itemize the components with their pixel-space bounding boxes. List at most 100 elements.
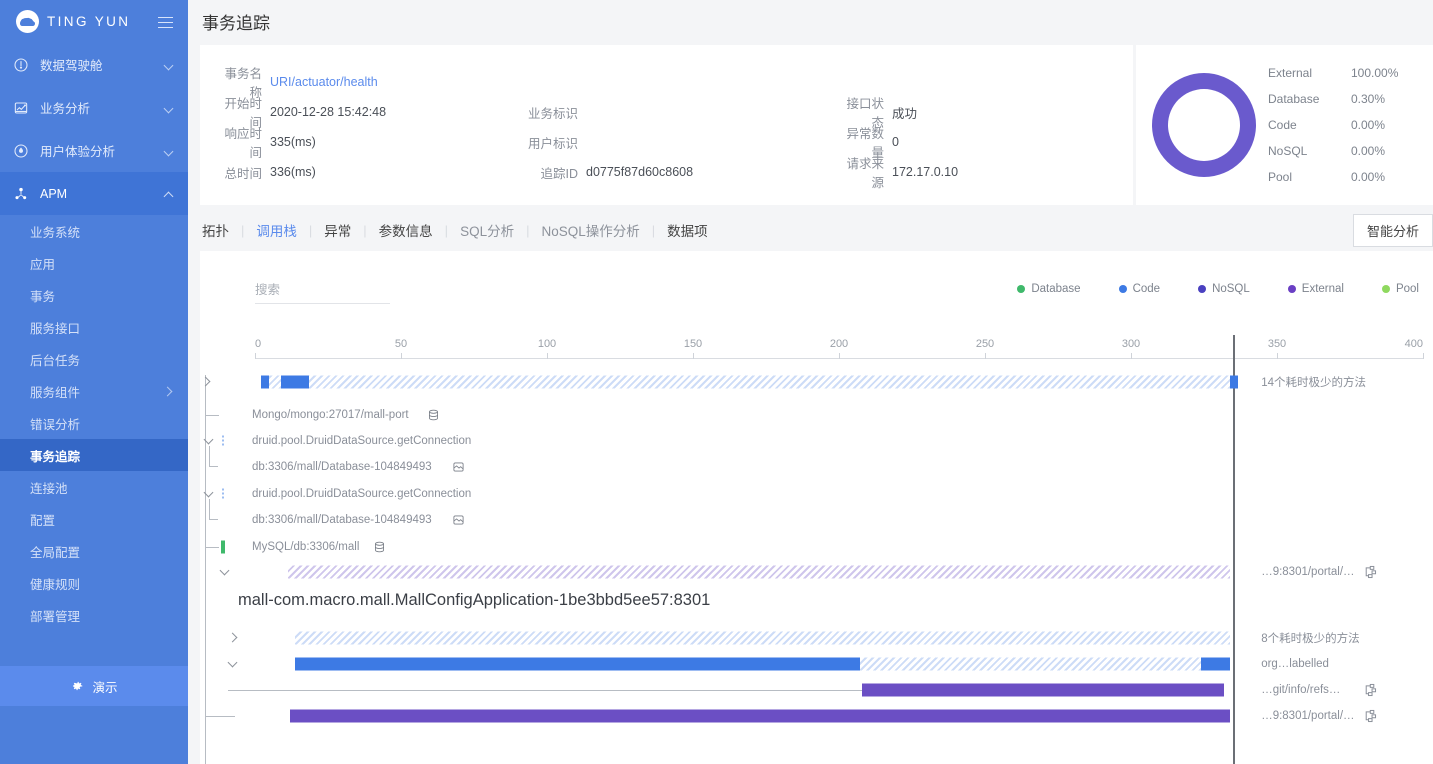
brand-name: TING YUN [47, 14, 131, 29]
trace-bar-segment[interactable] [269, 375, 281, 389]
axis-tick-label: 50 [394, 338, 408, 350]
trace-row[interactable]: org…labelled [200, 651, 1433, 677]
tree-connector [209, 446, 218, 467]
tingyun-logo-icon [16, 10, 39, 33]
sidebar-item-6[interactable]: 错误分析 [0, 407, 188, 439]
tab-5[interactable]: NoSQL操作分析 [529, 220, 651, 240]
axis-tick [1423, 353, 1424, 359]
summary-value[interactable]: URI/actuator/health [270, 75, 378, 89]
sidebar-item-7[interactable]: 事务追踪 [0, 439, 188, 471]
database-icon[interactable] [373, 541, 386, 554]
axis-tick-label: 100 [537, 338, 557, 350]
tab-4[interactable]: SQL分析 [448, 220, 526, 240]
sidebar-group-apm[interactable]: APM [0, 172, 188, 215]
trace-legend-item-3[interactable]: External [1287, 283, 1344, 295]
trace-row[interactable]: MySQL/db:3306/mall [200, 534, 1433, 560]
trace-node-label: MySQL/db:3306/mall [252, 541, 360, 553]
breakdown-legend-value: 0.00% [1351, 170, 1386, 184]
sidebar-item-5[interactable]: 服务组件 [0, 375, 188, 407]
topology-icon[interactable] [1363, 683, 1377, 697]
trace-bar-segment[interactable] [862, 683, 1225, 697]
expand-caret-down-icon[interactable] [228, 659, 238, 669]
sidebar-item-1[interactable]: 应用 [0, 247, 188, 279]
expand-caret-down-icon[interactable] [204, 436, 214, 446]
expand-caret-right-icon[interactable] [201, 377, 211, 387]
sidebar-item-11[interactable]: 健康规则 [0, 567, 188, 599]
tab-1[interactable]: 调用栈 [244, 220, 309, 240]
trace-row-right-label: …9:8301/portal/… [1261, 566, 1355, 578]
breakdown-legend-row-0: External 100.00% [1268, 60, 1415, 86]
sidebar-group-1[interactable]: 业务分析 [0, 86, 188, 129]
trace-bar-segment[interactable] [1201, 657, 1231, 671]
trace-legend-item-0[interactable]: Database [1017, 283, 1081, 295]
database-icon[interactable] [427, 409, 440, 422]
breakdown-donut-chart [1152, 73, 1256, 177]
smart-analysis-button[interactable]: 智能分析 [1352, 213, 1433, 247]
trace-legend-item-1[interactable]: Code [1118, 283, 1160, 295]
trace-row[interactable]: druid.pool.DruidDataSource.getConnection [200, 428, 1433, 454]
sidebar-item-0[interactable]: 业务系统 [0, 215, 188, 247]
tab-0[interactable]: 拓扑 [202, 220, 241, 240]
trace-row[interactable]: db:3306/mall/Database-104849493 [200, 446, 1433, 480]
trace-row[interactable]: 14个耗时极少的方法 [200, 369, 1433, 395]
collapse-sidebar-icon[interactable] [156, 13, 174, 31]
trace-bar-segment[interactable] [280, 375, 309, 389]
trace-row[interactable]: db:3306/mall/Database-104849493 [200, 499, 1433, 533]
sidebar-item-4[interactable]: 后台任务 [0, 343, 188, 375]
trace-row[interactable]: druid.pool.DruidDataSource.getConnection [200, 481, 1433, 507]
sidebar-item-9[interactable]: 配置 [0, 503, 188, 535]
trace-bar-segment[interactable] [308, 375, 1231, 389]
topology-icon[interactable] [1363, 709, 1377, 723]
sidebar-group-2[interactable]: 用户体验分析 [0, 129, 188, 172]
trace-bar-segment[interactable] [294, 631, 1231, 645]
search-input[interactable] [255, 279, 390, 304]
sidebar-item-10[interactable]: 全局配置 [0, 535, 188, 567]
expand-caret-right-icon[interactable] [228, 633, 238, 643]
trace-bar-segment[interactable] [860, 657, 1202, 671]
breakdown-legend-name: Database [1268, 92, 1320, 106]
trace-row[interactable]: 8个耗时极少的方法 [200, 625, 1433, 651]
demo-label: 演示 [92, 680, 118, 695]
sidebar-item-8[interactable]: 连接池 [0, 471, 188, 503]
trace-bar-segment[interactable] [1230, 375, 1239, 389]
db-slice-icon[interactable] [452, 514, 465, 527]
tab-3[interactable]: 参数信息 [367, 220, 445, 240]
demo-button[interactable]: 演示 [0, 666, 188, 706]
tree-connector [205, 415, 219, 416]
expand-caret-down-icon[interactable] [204, 489, 214, 499]
breakdown-legend-value: 0.00% [1351, 118, 1386, 132]
trace-row[interactable]: …9:8301/portal/… [200, 559, 1433, 585]
trace-bar-segment[interactable] [260, 375, 269, 389]
trace-row[interactable]: …git/info/refs… [200, 677, 1433, 703]
sidebar-item-12[interactable]: 部署管理 [0, 599, 188, 631]
sidebar-group-label: 业务分析 [40, 102, 91, 116]
tab-6[interactable]: 数据项 [655, 220, 720, 240]
db-slice-icon[interactable] [452, 461, 465, 474]
trace-legend-item-4[interactable]: Pool [1381, 283, 1419, 295]
trace-mini-bar[interactable] [221, 540, 225, 554]
tab-2[interactable]: 异常 [312, 220, 363, 240]
expand-caret-down-icon[interactable] [220, 567, 230, 577]
sidebar-item-3[interactable]: 服务接口 [0, 311, 188, 343]
summary-row-c2-2: 用户标识 [528, 127, 838, 157]
topology-icon[interactable] [1363, 565, 1377, 579]
apm-icon [12, 185, 30, 203]
trace-bar-segment[interactable] [294, 657, 860, 671]
trace-row[interactable]: …9:8301/portal/… [200, 703, 1433, 729]
breakdown-legend-row-2: Code 0.00% [1268, 112, 1415, 138]
axis-tick [1131, 353, 1132, 359]
trace-bar-segment[interactable] [290, 709, 1231, 723]
legend-label: External [1301, 283, 1344, 295]
sidebar-group-0[interactable]: 数据驾驶舱 [0, 43, 188, 86]
trace-bar-segment[interactable] [287, 565, 1231, 579]
axis-tick-label: 400 [1404, 338, 1423, 350]
sidebar-item-2[interactable]: 事务 [0, 279, 188, 311]
breakdown-legend-row-3: NoSQL 0.00% [1268, 138, 1415, 164]
callstack-panel: Database Code NoSQL External Pool 0 50 100 150 2… [200, 251, 1433, 764]
trace-row[interactable]: mall-com.macro.mall.MallConfigApplicatio… [200, 587, 1433, 613]
trace-row[interactable]: Mongo/mongo:27017/mall-port [200, 402, 1433, 428]
breakdown-legend-value: 0.30% [1351, 92, 1386, 106]
breakdown-legend-name: Pool [1268, 170, 1293, 184]
trace-legend-item-2[interactable]: NoSQL [1198, 283, 1250, 295]
legend-dot-icon [1118, 285, 1127, 293]
